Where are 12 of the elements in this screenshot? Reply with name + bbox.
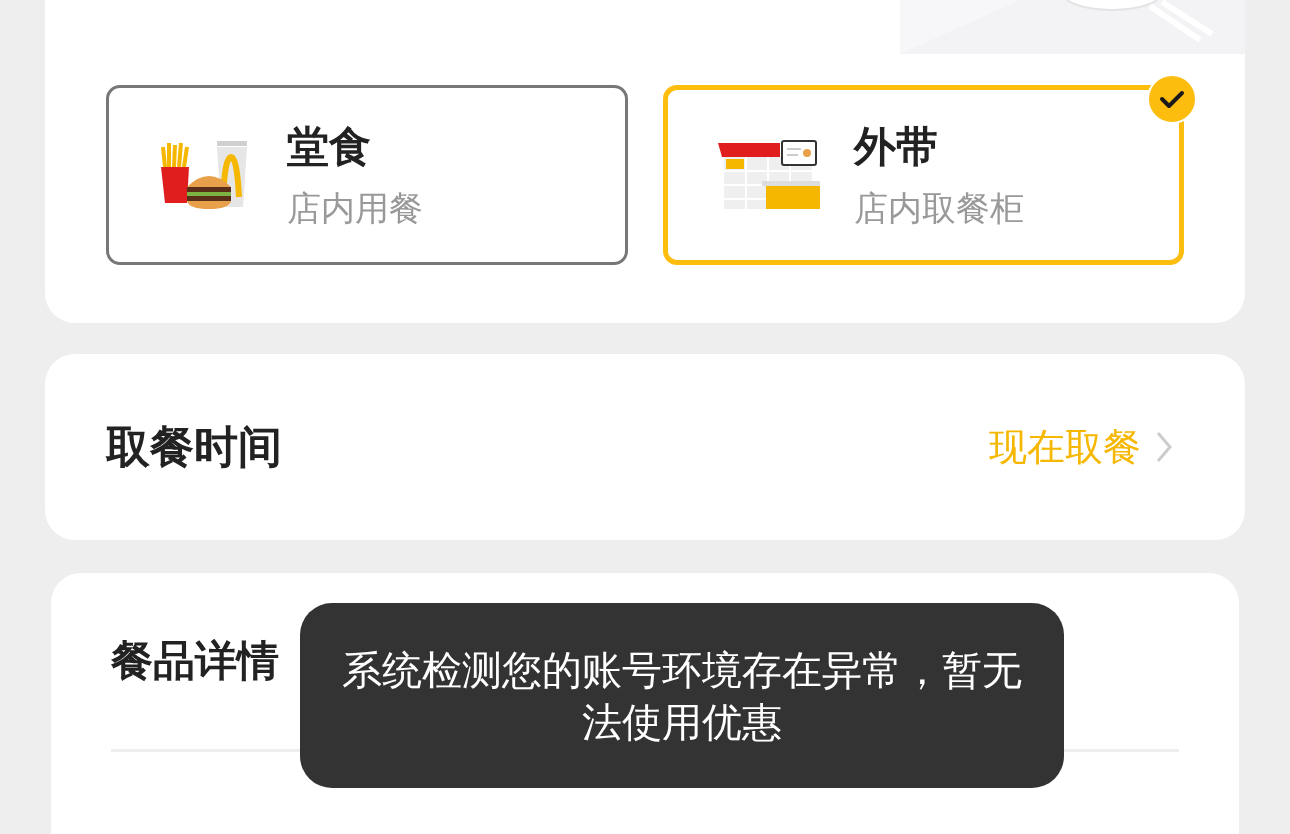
- order-mode-option[interactable]: 堂食 店内用餐: [106, 85, 628, 265]
- pickup-time-label: 取餐时间: [106, 420, 282, 474]
- option-title: 外带: [853, 121, 939, 173]
- chevron-right-icon: [1155, 430, 1173, 464]
- check-badge-icon: [1146, 73, 1198, 125]
- option-subtitle: 店内用餐: [287, 187, 423, 229]
- toast-message: 系统检测您的账号环境存在异常，暂无法使用优惠: [341, 645, 1023, 747]
- meal-details-title: 餐品详情: [111, 635, 279, 687]
- locker-icon: [715, 139, 820, 211]
- order-mode-option[interactable]: 外带 店内取餐柜: [662, 85, 1184, 265]
- option-subtitle: 店内取餐柜: [853, 187, 1024, 229]
- option-title: 堂食: [287, 121, 372, 173]
